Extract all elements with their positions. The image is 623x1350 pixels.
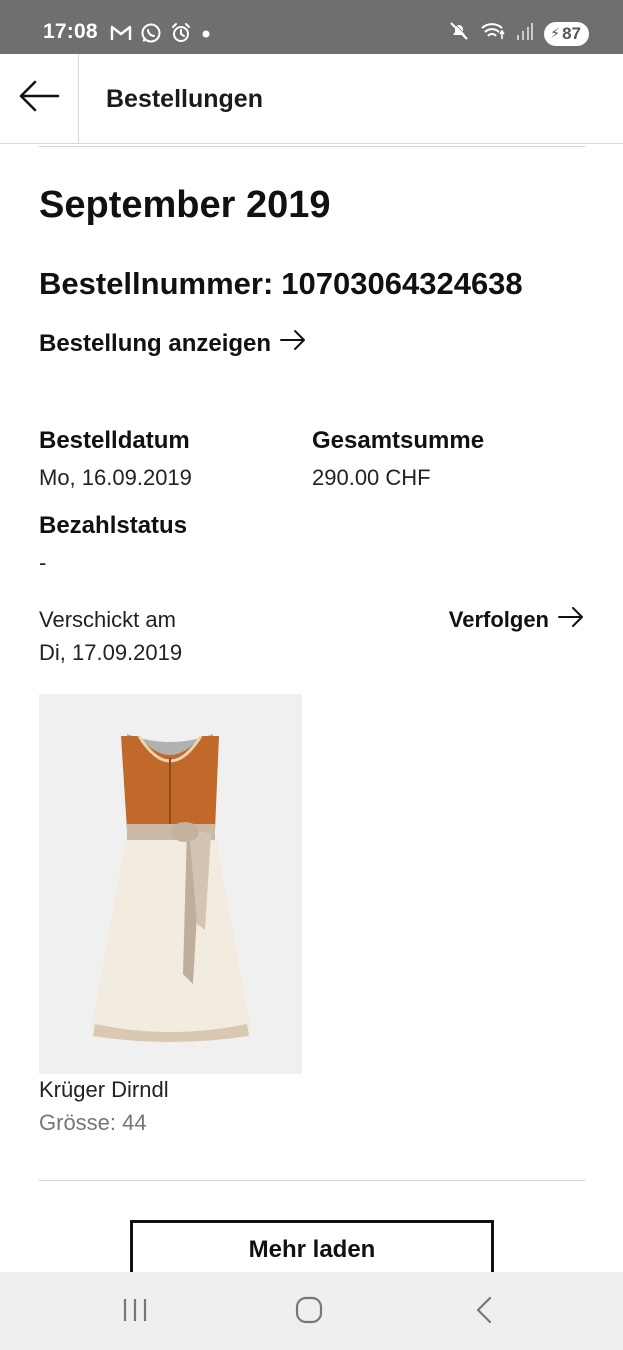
product-image[interactable] — [39, 694, 302, 1074]
home-button[interactable] — [279, 1292, 339, 1332]
charging-icon: ⚡ — [550, 25, 561, 41]
status-icons-right: ⚡ 87 — [448, 20, 589, 47]
status-icons-left — [110, 22, 212, 49]
dot-icon — [200, 27, 212, 45]
back-nav-button[interactable] — [454, 1292, 514, 1332]
status-bar: 17:08 ⚡ 87 — [0, 0, 623, 54]
payment-status-label: Bezahlstatus — [39, 512, 188, 539]
alarm-icon — [170, 22, 192, 49]
arrow-left-icon — [18, 79, 60, 118]
wifi-icon — [480, 20, 506, 47]
load-more-label: Mehr laden — [248, 1236, 376, 1263]
gmail-icon — [110, 24, 132, 47]
track-label: Verfolgen — [448, 607, 549, 632]
home-icon — [294, 1295, 324, 1330]
arrow-right-icon — [279, 329, 307, 358]
whatsapp-icon — [140, 22, 162, 49]
signal-icon — [516, 21, 534, 46]
payment-status-value: - — [39, 550, 47, 575]
show-order-label: Bestellung anzeigen — [39, 329, 272, 357]
battery-icon: ⚡ 87 — [544, 21, 589, 46]
order-number: Bestellnummer: 10703064324638 — [39, 266, 523, 302]
mute-icon — [448, 20, 470, 47]
top-divider — [39, 146, 585, 147]
bottom-divider — [39, 1180, 585, 1181]
recent-apps-icon — [120, 1296, 150, 1329]
order-month-heading: September 2019 — [39, 184, 331, 226]
shipped-date: Di, 17.09.2019 — [39, 640, 183, 665]
order-date-label: Bestelldatum — [39, 427, 190, 454]
app-bar: Bestellungen — [0, 54, 623, 144]
page-title: Bestellungen — [106, 85, 263, 113]
total-value: 290.00 CHF — [312, 465, 431, 490]
product-size: Grösse: 44 — [39, 1110, 147, 1135]
load-more-button[interactable]: Mehr laden — [130, 1220, 494, 1280]
order-number-label: Bestellnummer: — [39, 266, 274, 301]
status-time: 17:08 — [43, 20, 98, 43]
total-label: Gesamtsumme — [312, 427, 485, 454]
order-date-value: Mo, 16.09.2019 — [39, 465, 192, 490]
system-nav-bar — [0, 1272, 623, 1350]
shipped-label: Verschickt am — [39, 607, 176, 632]
back-icon — [472, 1295, 496, 1330]
track-shipment-link[interactable]: Verfolgen — [449, 606, 585, 634]
show-order-link[interactable]: Bestellung anzeigen — [39, 329, 307, 358]
battery-level: 87 — [562, 23, 581, 43]
recent-apps-button[interactable] — [105, 1292, 165, 1332]
back-button[interactable] — [0, 54, 79, 143]
arrow-right-icon — [557, 606, 585, 634]
product-name[interactable]: Krüger Dirndl — [39, 1077, 169, 1103]
order-number-value: 10703064324638 — [281, 266, 523, 301]
